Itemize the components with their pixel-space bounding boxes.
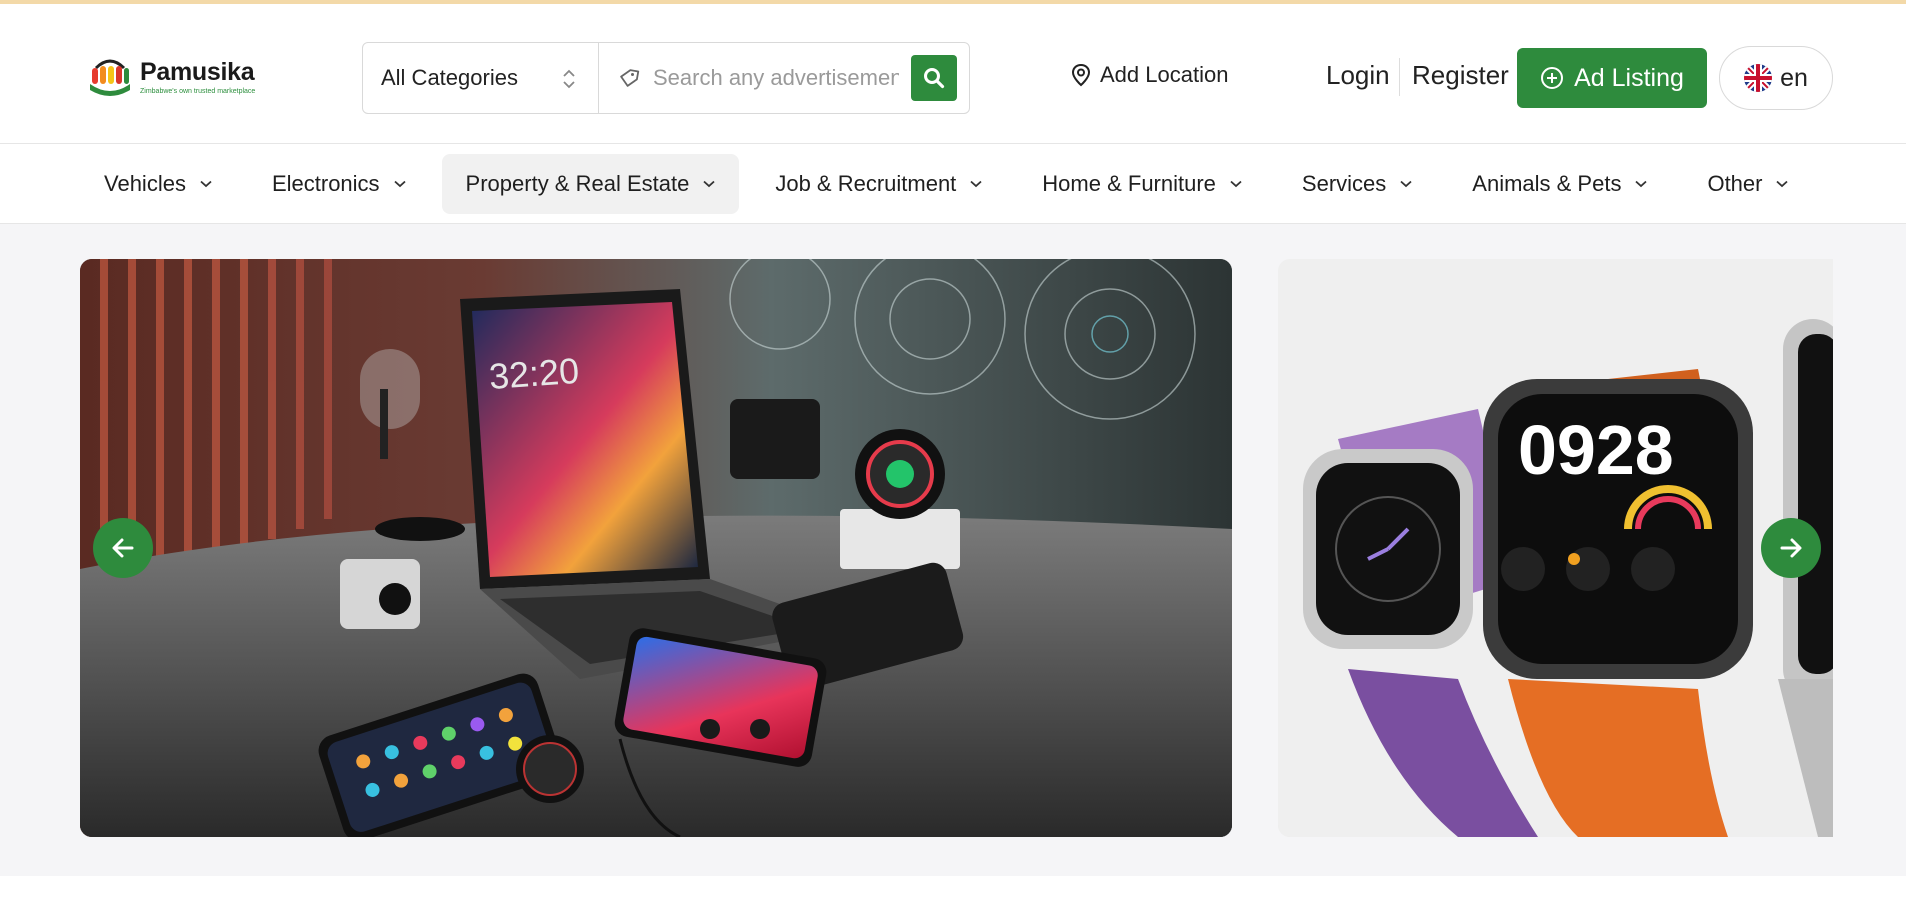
laptop-clock: 32:20 bbox=[488, 350, 581, 397]
nav-item-label: Other bbox=[1707, 170, 1763, 196]
nav-item-electronics[interactable]: Electronics bbox=[248, 154, 430, 214]
hero-carousel: 32:20 0928 bbox=[0, 224, 1906, 876]
category-select[interactable]: All Categories bbox=[363, 43, 599, 113]
category-nav: Vehicles Electronics Property & Real Est… bbox=[0, 144, 1906, 224]
nav-item-label: Animals & Pets bbox=[1472, 170, 1622, 196]
map-pin-icon bbox=[1071, 63, 1091, 87]
site-logo[interactable]: Pamusika Zimbabwe's own trusted marketpl… bbox=[86, 52, 255, 100]
nav-item-property-real-estate[interactable]: Property & Real Estate bbox=[441, 153, 740, 214]
chevron-down-icon bbox=[1635, 180, 1648, 187]
search-icon bbox=[924, 68, 945, 89]
logo-name: Pamusika bbox=[140, 57, 255, 86]
language-label: en bbox=[1780, 63, 1808, 92]
nav-item-label: Home & Furniture bbox=[1042, 170, 1216, 196]
carousel-prev-button[interactable] bbox=[93, 518, 153, 578]
carousel-slide-electronics[interactable]: 32:20 bbox=[80, 259, 1232, 837]
chevron-down-icon bbox=[1400, 180, 1412, 187]
chevron-down-icon bbox=[970, 180, 982, 187]
carousel-slide-smartwatches[interactable]: 0928 bbox=[1278, 259, 1833, 837]
language-selector[interactable]: en bbox=[1719, 46, 1833, 110]
chevron-down-icon bbox=[703, 180, 715, 187]
search-bar: All Categories bbox=[362, 42, 970, 114]
ad-listing-label: Ad Listing bbox=[1574, 63, 1684, 92]
nav-item-other[interactable]: Other bbox=[1683, 154, 1812, 214]
ad-listing-button[interactable]: Ad Listing bbox=[1517, 48, 1707, 108]
nav-item-animals-pets[interactable]: Animals & Pets bbox=[1448, 154, 1671, 214]
chevron-down-icon bbox=[1776, 180, 1789, 187]
site-header: Pamusika Zimbabwe's own trusted marketpl… bbox=[0, 4, 1906, 144]
nav-item-home-furniture[interactable]: Home & Furniture bbox=[1018, 154, 1266, 214]
logo-tagline: Zimbabwe's own trusted marketplace bbox=[140, 87, 256, 95]
search-input[interactable] bbox=[653, 65, 899, 91]
arrow-left-icon bbox=[112, 538, 134, 558]
search-button[interactable] bbox=[911, 55, 957, 101]
nav-item-job-recruitment[interactable]: Job & Recruitment bbox=[751, 154, 1006, 214]
chevron-down-icon bbox=[1230, 180, 1242, 187]
search-field bbox=[599, 43, 911, 113]
nav-item-label: Electronics bbox=[271, 170, 380, 196]
nav-item-vehicles[interactable]: Vehicles bbox=[80, 154, 236, 214]
tag-icon bbox=[620, 69, 640, 87]
add-location-label: Add Location bbox=[1100, 62, 1229, 87]
login-link[interactable]: Login bbox=[1326, 60, 1390, 91]
carousel-next-button[interactable] bbox=[1761, 518, 1821, 578]
category-select-value: All Categories bbox=[381, 65, 518, 90]
arrow-right-icon bbox=[1780, 538, 1802, 558]
nav-item-services[interactable]: Services bbox=[1278, 154, 1436, 214]
plus-circle-icon bbox=[1541, 67, 1564, 89]
chevron-down-icon bbox=[393, 180, 406, 187]
sort-arrows-icon bbox=[563, 69, 575, 89]
register-link[interactable]: Register bbox=[1412, 60, 1509, 91]
electronics-banner-image: 32:20 bbox=[80, 259, 1232, 837]
nav-item-label: Property & Real Estate bbox=[465, 170, 690, 196]
uk-flag-icon bbox=[1744, 64, 1773, 92]
logo-basket-icon bbox=[86, 52, 134, 100]
watch-time-display: 0928 bbox=[1518, 411, 1674, 489]
auth-divider bbox=[1399, 58, 1400, 96]
add-location-button[interactable]: Add Location bbox=[1070, 62, 1228, 88]
smartwatch-banner-image: 0928 bbox=[1278, 259, 1833, 837]
nav-item-label: Vehicles bbox=[104, 170, 186, 196]
chevron-down-icon bbox=[200, 180, 212, 187]
nav-item-label: Services bbox=[1301, 170, 1387, 196]
nav-item-label: Job & Recruitment bbox=[775, 170, 957, 196]
